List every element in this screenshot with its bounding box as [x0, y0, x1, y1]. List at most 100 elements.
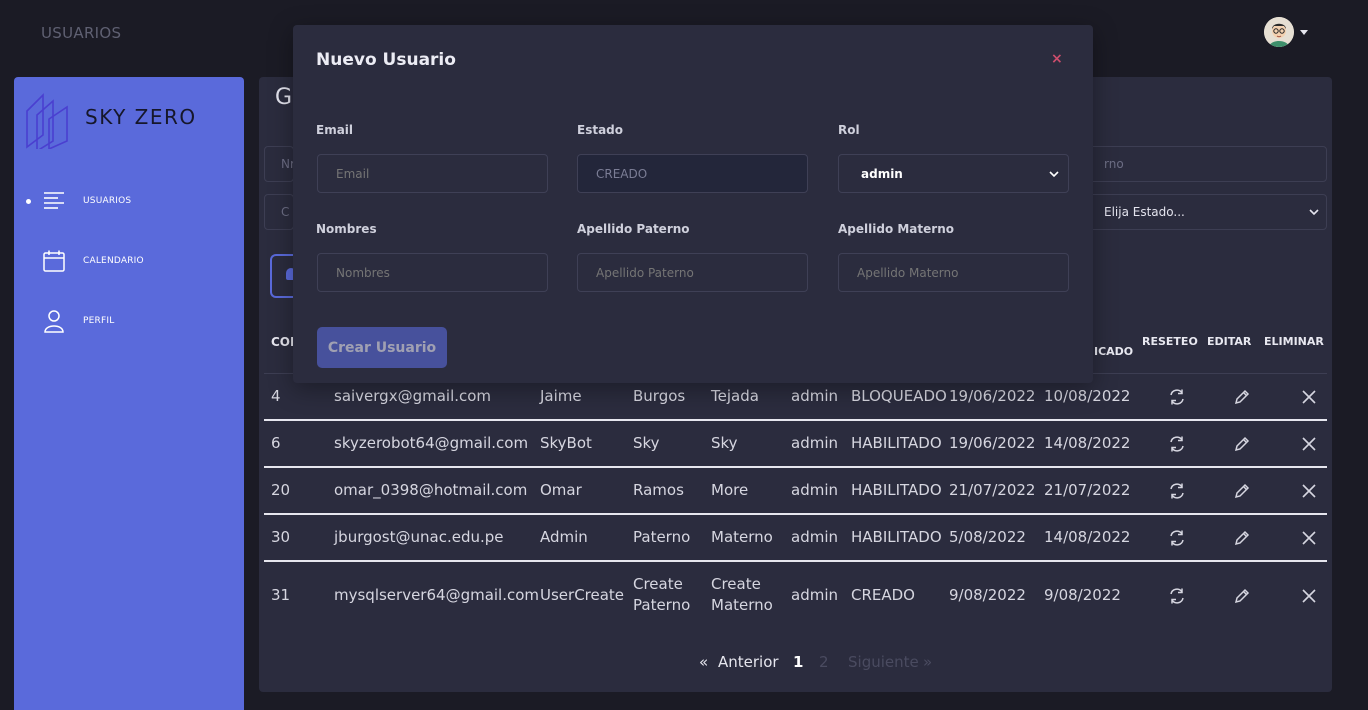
cell-id: 4: [271, 387, 281, 405]
sidebar-item-label: CALENDARIO: [83, 256, 144, 266]
cell-materno: Sky: [711, 434, 738, 452]
filter-input[interactable]: C: [264, 194, 294, 230]
modal-title: Nuevo Usuario: [316, 50, 456, 70]
new-user-modal: Nuevo Usuario × Email Estado CREADO Rol …: [293, 25, 1093, 383]
apellido-paterno-label: Apellido Paterno: [577, 222, 690, 236]
sidebar-item-usuarios[interactable]: USUARIOS: [14, 181, 244, 221]
cell-id: 20: [271, 481, 291, 499]
cell-email: jburgost@unac.edu.pe: [334, 528, 504, 546]
cell-estado: HABILITADO: [851, 434, 942, 452]
cell-modificado: 14/08/2022: [1044, 528, 1131, 546]
delete-icon[interactable]: [1300, 587, 1318, 605]
cell-modificado: 21/07/2022: [1044, 481, 1131, 499]
cell-paterno: Create Paterno: [633, 575, 691, 614]
estado-field: CREADO: [577, 154, 808, 193]
pagination-next-arrow[interactable]: »: [923, 653, 932, 671]
apellido-paterno-field[interactable]: [577, 253, 808, 292]
table-row: 6 skyzerobot64@gmail.com SkyBot Sky Sky …: [264, 421, 1327, 468]
email-field[interactable]: [317, 154, 548, 193]
estado-filter-select[interactable]: Elija Estado...: [1087, 194, 1327, 230]
cell-rol: admin: [791, 586, 838, 604]
cell-email: mysqlserver64@gmail.com: [334, 586, 540, 604]
pencil-icon[interactable]: [1233, 435, 1251, 453]
cell-id: 30: [271, 528, 291, 546]
filter-placeholder: rno: [1104, 157, 1124, 171]
rol-value: admin: [861, 166, 903, 181]
pencil-icon[interactable]: [1233, 482, 1251, 500]
cell-rol: admin: [791, 434, 838, 452]
cell-rol: admin: [791, 387, 838, 405]
cell-creado: 19/06/2022: [949, 387, 1036, 405]
page-title: G: [275, 85, 293, 110]
cell-paterno: Paterno: [633, 528, 691, 546]
rol-select[interactable]: admin: [838, 154, 1069, 193]
brand-name: SKY ZERO: [85, 105, 197, 129]
estado-value: CREADO: [596, 166, 648, 181]
topbar-title: USUARIOS: [41, 24, 122, 42]
apellido-materno-filter[interactable]: rno: [1087, 146, 1327, 182]
user-icon: [44, 310, 64, 333]
sidebar: SKY ZERO USUARIOS CALENDARIO PERFIL: [14, 77, 244, 710]
add-user-button[interactable]: [270, 254, 296, 298]
pencil-icon[interactable]: [1233, 587, 1251, 605]
cell-creado: 9/08/2022: [949, 586, 1026, 604]
apellido-materno-label: Apellido Materno: [838, 222, 954, 236]
column-header-modificado: ICADO: [1094, 345, 1134, 358]
chevron-down-icon: [1049, 170, 1059, 177]
sidebar-item-label: USUARIOS: [83, 196, 132, 206]
chevron-down-icon[interactable]: [1300, 29, 1308, 35]
sidebar-item-calendario[interactable]: CALENDARIO: [14, 241, 244, 281]
reset-icon[interactable]: [1168, 529, 1186, 547]
cell-paterno: Burgos: [633, 387, 686, 405]
cell-nombres: Admin: [540, 528, 588, 546]
cell-id: 6: [271, 434, 281, 452]
cell-rol: admin: [791, 528, 838, 546]
cell-materno: More: [711, 481, 749, 499]
column-header-reseteo: RESETEO: [1142, 335, 1198, 348]
table-row: 31 mysqlserver64@gmail.com UserCreate Cr…: [264, 562, 1327, 620]
cell-materno: Materno: [711, 528, 773, 546]
cell-modificado: 9/08/2022: [1044, 586, 1121, 604]
cell-creado: 19/06/2022: [949, 434, 1036, 452]
cell-email: omar_0398@hotmail.com: [334, 481, 528, 499]
pagination-page-2[interactable]: 2: [819, 653, 829, 671]
cell-rol: admin: [791, 481, 838, 499]
nombres-field[interactable]: [317, 253, 548, 292]
cell-creado: 21/07/2022: [949, 481, 1036, 499]
create-user-button[interactable]: Crear Usuario: [317, 327, 447, 368]
estado-label: Estado: [577, 123, 624, 137]
pagination-next[interactable]: Siguiente: [848, 653, 919, 671]
user-menu[interactable]: [1264, 17, 1308, 47]
cell-paterno: Ramos: [633, 481, 684, 499]
cell-email: saivergx@gmail.com: [334, 387, 492, 405]
brand: SKY ZERO: [23, 87, 195, 149]
reset-icon[interactable]: [1168, 435, 1186, 453]
sidebar-item-label: PERFIL: [83, 316, 115, 326]
apellido-materno-field[interactable]: [838, 253, 1069, 292]
delete-icon[interactable]: [1300, 529, 1318, 547]
pagination-prev-arrow[interactable]: «: [699, 653, 708, 671]
pencil-icon[interactable]: [1233, 529, 1251, 547]
reset-icon[interactable]: [1168, 388, 1186, 406]
sidebar-item-perfil[interactable]: PERFIL: [14, 301, 244, 341]
cell-id: 31: [271, 586, 291, 604]
delete-icon[interactable]: [1300, 435, 1318, 453]
cell-nombres: SkyBot: [540, 434, 592, 452]
rol-label: Rol: [838, 123, 860, 137]
filter-input[interactable]: Nr: [264, 146, 295, 182]
reset-icon[interactable]: [1168, 587, 1186, 605]
cell-materno: Create Materno: [711, 575, 773, 614]
close-icon[interactable]: ×: [1051, 51, 1063, 67]
avatar[interactable]: [1264, 17, 1294, 47]
pagination-prev[interactable]: Anterior: [718, 653, 779, 671]
delete-icon[interactable]: [1300, 388, 1318, 406]
column-header-eliminar: ELIMINAR: [1264, 335, 1324, 348]
cell-estado: BLOQUEADO: [851, 387, 947, 405]
pagination-page-1[interactable]: 1: [793, 653, 803, 671]
cell-modificado: 14/08/2022: [1044, 434, 1131, 452]
column-header-codigo: COI: [271, 335, 295, 349]
reset-icon[interactable]: [1168, 482, 1186, 500]
delete-icon[interactable]: [1300, 482, 1318, 500]
cell-nombres: UserCreate: [540, 586, 625, 604]
pencil-icon[interactable]: [1233, 388, 1251, 406]
